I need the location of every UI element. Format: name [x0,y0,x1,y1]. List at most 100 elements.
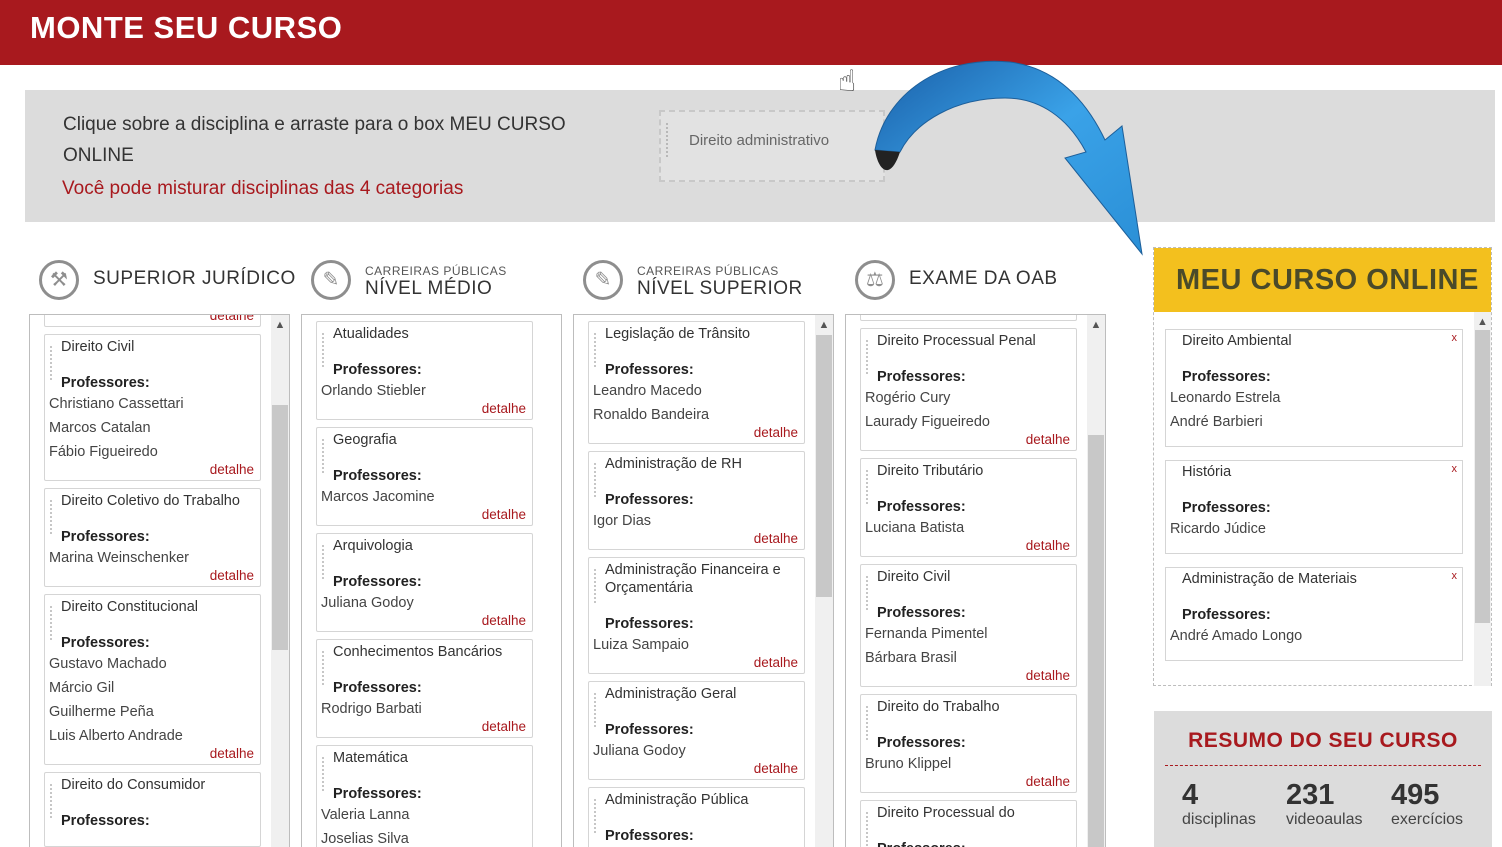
scrollbar-thumb[interactable] [1088,435,1104,847]
course-card[interactable]: Direito Processual Penal Professores: Rogé… [860,328,1077,451]
detail-link[interactable]: detalhe [754,531,798,546]
detail-link[interactable]: detalhe [482,613,526,628]
drag-handle-icon[interactable] [49,605,53,641]
drag-handle-icon[interactable] [593,568,597,604]
remove-icon[interactable]: x [1452,570,1458,582]
demo-drag-item: Direito administrativo [659,110,885,182]
course-card[interactable]: Legislação de Trânsito Professores: Leandr… [588,321,805,444]
drag-handle-icon[interactable] [865,339,869,375]
detail-link[interactable]: detalhe [1026,432,1070,447]
professor-name: Juliana Godoy [321,595,414,611]
gavel-icon: ⚒ [39,260,79,300]
scroll-up-icon[interactable]: ▲ [1474,312,1491,330]
category-nivel-medio[interactable]: ✎ CARREIRAS PÚBLICAS NÍVEL MÉDIO [311,254,561,306]
scroll-up-icon[interactable]: ▲ [1087,315,1105,333]
detail-link[interactable]: detalhe [1026,315,1070,317]
professor-name: Ricardo Júdice [1170,521,1266,537]
course-card[interactable]: Direito Civil Professores: Fernanda Piment… [860,564,1077,687]
my-course-item[interactable]: Direito Ambiental x Professores: Leonardo E… [1165,329,1463,447]
drag-handle-icon[interactable] [321,650,325,686]
remove-icon[interactable]: x [1452,463,1458,475]
drag-handle-icon[interactable] [593,692,597,728]
my-course-item[interactable]: Administração de Materiais x Professores: A… [1165,567,1463,661]
detail-link[interactable]: detalhe [1026,668,1070,683]
drag-handle-icon[interactable] [865,705,869,741]
course-card[interactable]: Matemática Professores: Valeria Lanna Josel… [316,745,533,847]
detail-link[interactable]: detalhe [210,568,254,583]
course-card[interactable]: Direito Constitucional Professores: Gustav… [44,594,261,765]
detail-link[interactable]: detalhe [1026,538,1070,553]
scrollbar[interactable]: ▲ [1474,312,1491,686]
scroll-up-icon[interactable]: ▲ [815,315,833,333]
course-card[interactable]: Direito Coletivo do Trabalho Professores:… [44,488,261,587]
course-card[interactable]: Administração Financeira e Orçamentária Pr… [588,557,805,674]
course-card[interactable]: Conhecimentos Bancários Professores: Rodri… [316,639,533,738]
course-card[interactable]: Administração Geral Professores: Juliana G… [588,681,805,780]
professor-name: Joselias Silva [321,831,409,847]
pen-icon: ✎ [311,260,351,300]
detail-link[interactable]: detalhe [754,425,798,440]
detail-link[interactable]: detalhe [754,761,798,776]
course-card[interactable]: Geografia Professores: Marcos Jacomine deta… [316,427,533,526]
course-title: Direito Tributário [877,463,984,479]
drag-handle-icon[interactable] [593,332,597,368]
detail-link[interactable]: detalhe [754,655,798,670]
course-list-exame-oab[interactable]: Roberta Densadetalhe Direito Processual P… [845,314,1106,847]
category-superior-juridico[interactable]: ⚒ SUPERIOR JURÍDICO [39,254,295,306]
scroll-up-icon[interactable]: ▲ [271,315,289,333]
course-title: Atualidades [333,326,409,342]
detail-link[interactable]: detalhe [1026,774,1070,789]
detail-link[interactable]: detalhe [482,507,526,522]
my-course-item[interactable]: História x Professores: Ricardo Júdice [1165,460,1463,554]
course-card[interactable]: Christiano Cassettaridetalhe [44,315,261,327]
drag-handle-icon[interactable] [49,499,53,535]
detail-link[interactable]: detalhe [482,719,526,734]
scrollbar[interactable]: ▲ [1087,315,1105,847]
professor-name: Guilherme Peña [49,704,154,720]
drag-handle-icon[interactable] [593,462,597,498]
detail-link[interactable]: detalhe [482,401,526,416]
category-nivel-superior[interactable]: ✎ CARREIRAS PÚBLICAS NÍVEL SUPERIOR [583,254,833,306]
drag-handle-icon[interactable] [865,811,869,847]
course-list-superior-juridico[interactable]: Christiano Cassettaridetalhe Direito Civi… [29,314,290,847]
category-exame-oab[interactable]: ⚖ EXAME DA OAB [855,254,1105,306]
drag-handle-icon[interactable] [593,798,597,834]
course-card[interactable]: Roberta Densadetalhe [860,315,1077,321]
course-card[interactable]: Administração Pública Professores: [588,787,805,847]
scrollbar[interactable]: ▲ [271,315,289,847]
course-card[interactable]: Direito do Trabalho Professores: Bruno Kli… [860,694,1077,793]
professor-name: Rogério Cury [865,390,951,406]
course-list-nivel-superior[interactable]: Legislação de Trânsito Professores: Leandr… [573,314,834,847]
professors-label: Professores: [1182,607,1271,623]
course-card[interactable]: Arquivologia Professores: Juliana Godoy det… [316,533,533,632]
drag-handle-icon[interactable] [865,575,869,611]
course-card[interactable]: Direito do Consumidor Professores: [44,772,261,847]
course-card[interactable]: Atualidades Professores: Orlando Stiebler d… [316,321,533,420]
detail-link[interactable]: detalhe [210,462,254,477]
drag-handle-icon[interactable] [321,756,325,792]
drag-handle-icon[interactable] [321,438,325,474]
drag-handle-icon[interactable] [49,783,53,819]
scrollbar-thumb[interactable] [272,405,288,650]
my-course-dropzone[interactable]: MEU CURSO ONLINE ▲ Direito Ambiental x Pro… [1153,247,1492,686]
category-title: SUPERIOR JURÍDICO [93,268,296,289]
course-title: Direito Coletivo do Trabalho [61,493,240,509]
course-card[interactable]: Administração de RH Professores: Igor Dias… [588,451,805,550]
course-list-nivel-medio[interactable]: Atualidades Professores: Orlando Stiebler d… [301,314,562,847]
remove-icon[interactable]: x [1452,332,1458,344]
drag-handle-icon[interactable] [865,469,869,505]
scrollbar[interactable]: ▲ [815,315,833,847]
scrollbar-thumb[interactable] [1475,330,1490,623]
detail-link[interactable]: detalhe [210,315,254,323]
course-card[interactable]: Direito Tributário Professores: Luciana Ba… [860,458,1077,557]
drag-handle-icon[interactable] [321,332,325,368]
course-title: Arquivologia [333,538,413,554]
drag-hand-icon: ☝ [838,65,857,98]
drag-handle-icon[interactable] [49,345,53,381]
course-card[interactable]: Direito Civil Professores: Christiano Cass… [44,334,261,481]
course-title: Direito do Consumidor [61,777,206,793]
scrollbar-thumb[interactable] [816,335,832,597]
course-card[interactable]: Direito Processual do Professores: [860,800,1077,847]
detail-link[interactable]: detalhe [210,746,254,761]
drag-handle-icon[interactable] [321,544,325,580]
